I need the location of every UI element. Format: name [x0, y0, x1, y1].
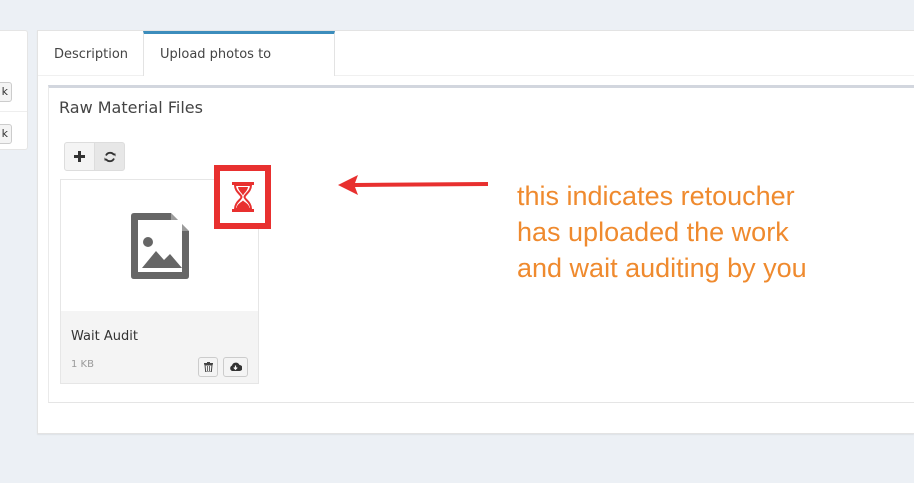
- annotation-line: this indicates retoucher: [517, 181, 795, 211]
- left-panel-button[interactable]: k: [0, 82, 12, 102]
- section-title: Raw Material Files: [59, 98, 203, 117]
- annotation-text: this indicates retoucher has uploaded th…: [517, 178, 907, 286]
- annotation-line: has uploaded the work: [517, 217, 789, 247]
- download-file-button[interactable]: [223, 357, 248, 377]
- hourglass-icon: [231, 182, 254, 212]
- file-size: 1 KB: [71, 359, 94, 370]
- add-file-button[interactable]: [64, 142, 95, 171]
- left-panel: k k: [0, 30, 28, 150]
- tab-upload-photos[interactable]: Upload photos to retoucher: [143, 31, 335, 104]
- tab-description[interactable]: Description: [38, 31, 143, 75]
- image-file-icon: [130, 213, 189, 279]
- tab-bar: Description Upload photos to retoucher: [38, 31, 914, 104]
- file-footer: Wait Audit 1 KB: [61, 311, 258, 383]
- annotation-line: and wait auditing by you: [517, 253, 807, 283]
- annotation-arrow: [338, 175, 488, 195]
- audit-status-badge: [214, 165, 271, 229]
- trash-icon: [203, 362, 213, 372]
- file-name: Wait Audit: [71, 329, 138, 344]
- divider: [0, 111, 27, 112]
- refresh-button[interactable]: [94, 142, 125, 171]
- cloud-download-icon: [230, 362, 242, 371]
- left-panel-button[interactable]: k: [0, 124, 12, 144]
- plus-icon: [74, 151, 85, 162]
- refresh-icon: [104, 151, 115, 162]
- delete-file-button[interactable]: [198, 357, 218, 377]
